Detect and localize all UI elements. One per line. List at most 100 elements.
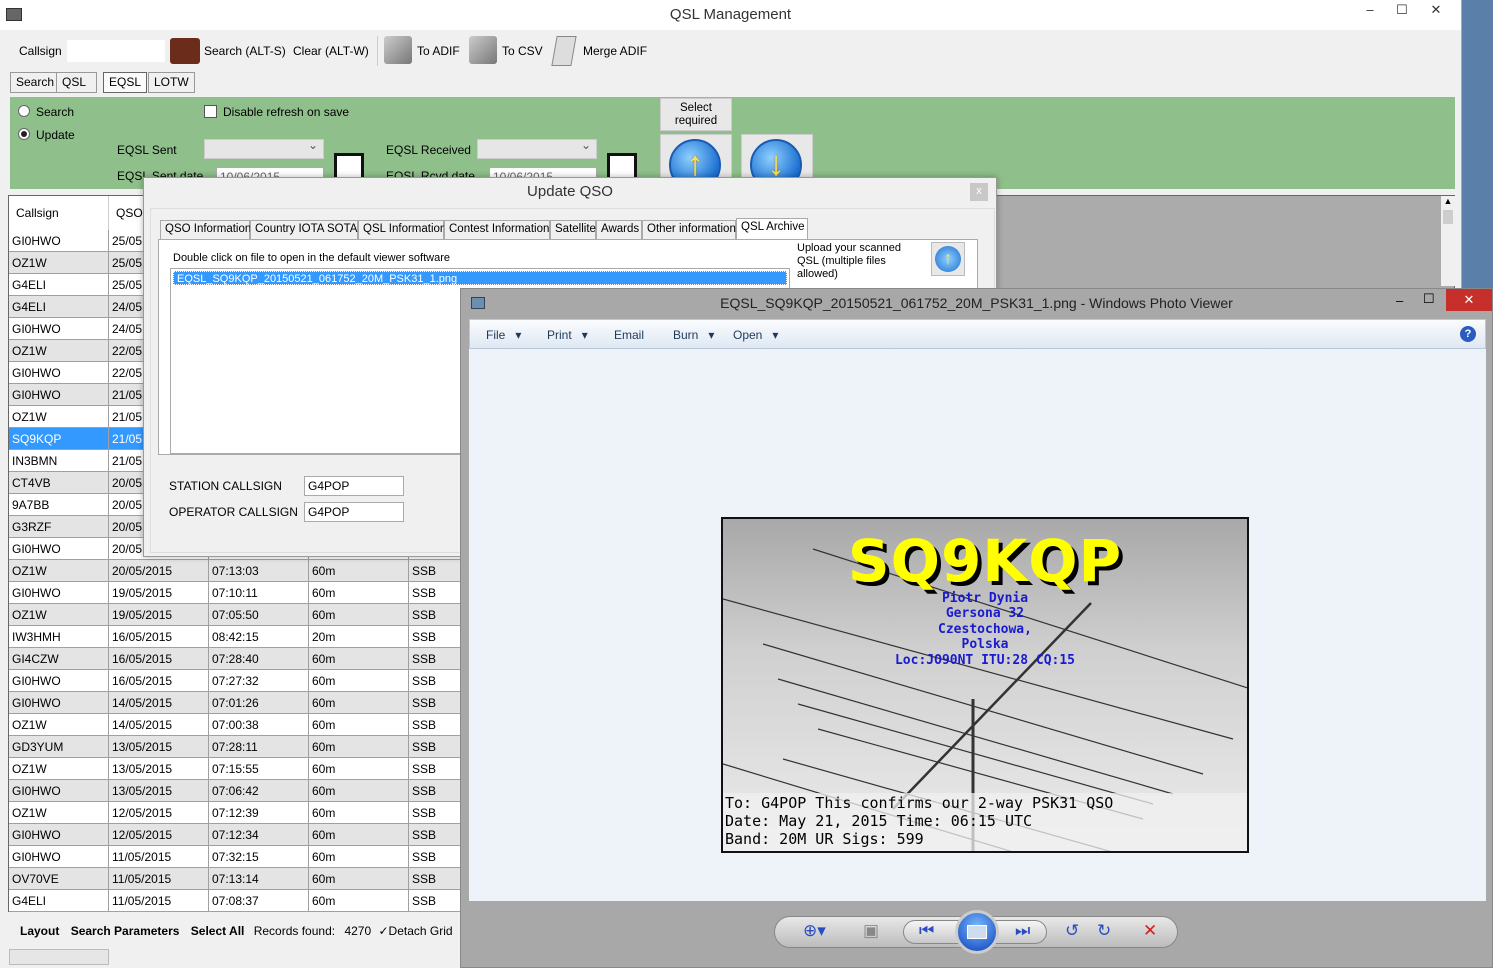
delete-icon[interactable]: ✕ [1143, 921, 1157, 941]
search-parameters-button[interactable]: Search Parameters [71, 924, 180, 938]
toolbar-divider [377, 36, 378, 66]
select-required-button[interactable]: Select required [660, 98, 732, 131]
column-header-qso[interactable]: QSO [109, 196, 144, 230]
dialog-tab-satellite[interactable]: Satellite [550, 220, 596, 240]
table-row[interactable]: GI0HWO 14/05/2015 07:01:26 60m SSB [9, 692, 461, 714]
menu-file[interactable]: File ▾ [486, 328, 521, 342]
detach-grid-button[interactable]: Detach Grid [389, 924, 453, 938]
tab-qsl[interactable]: QSL [56, 72, 97, 93]
table-row[interactable]: GI0HWO 12/05/2015 07:12:34 60m SSB [9, 824, 461, 846]
table-row[interactable]: OZ1W 14/05/2015 07:00:38 60m SSB [9, 714, 461, 736]
cell-time: 07:28:11 [209, 736, 309, 758]
cell-date: 11/05/2015 [109, 890, 209, 912]
rotate-clockwise-icon[interactable]: ↻ [1097, 921, 1111, 941]
viewer-maximize-button[interactable]: ☐ [1423, 291, 1435, 307]
eqsl-received-select[interactable] [477, 138, 597, 159]
disable-refresh-label: Disable refresh on save [223, 105, 350, 119]
export-adif-icon [384, 36, 412, 64]
cell-date: 11/05/2015 [109, 868, 209, 890]
rotate-counterclockwise-icon[interactable]: ↺ [1065, 921, 1079, 941]
station-callsign-input[interactable]: G4POP [304, 476, 404, 496]
next-icon[interactable]: ⏭ [1015, 921, 1030, 941]
cell-mode: SSB [409, 736, 461, 758]
app-icon [6, 8, 22, 21]
to-csv-button[interactable]: To CSV [502, 44, 543, 58]
tab-lotw[interactable]: LOTW [148, 72, 195, 93]
menu-print[interactable]: Print ▾ [547, 328, 588, 342]
table-row[interactable]: GD3YUM 13/05/2015 07:28:11 60m SSB [9, 736, 461, 758]
dialog-tab-other-information[interactable]: Other information [642, 220, 736, 240]
tab-search[interactable]: Search [10, 72, 61, 93]
card-name: Piotr Dynia [941, 591, 1029, 606]
grid-scrollbar[interactable]: ▲ [1441, 196, 1455, 286]
search-button[interactable]: Search (ALT-S) [204, 44, 286, 58]
slideshow-button[interactable] [955, 910, 999, 954]
dialog-tab-contest-information[interactable]: Contest Information [444, 220, 550, 240]
table-row[interactable]: OV70VE 11/05/2015 07:13:14 60m SSB [9, 868, 461, 890]
table-row[interactable]: GI0HWO 11/05/2015 07:32:15 60m SSB [9, 846, 461, 868]
close-button[interactable]: ✕ [1412, 0, 1460, 22]
cell-time: 07:12:39 [209, 802, 309, 824]
operator-callsign-input[interactable]: G4POP [304, 502, 404, 522]
card-callsign: SQ9KQP [847, 527, 1123, 595]
search-radio[interactable] [18, 105, 30, 117]
records-found-label: Records found: [253, 924, 336, 938]
minimize-button[interactable]: – [1355, 0, 1385, 22]
cell-date: 16/05/2015 [109, 648, 209, 670]
table-row[interactable]: GI0HWO 16/05/2015 07:27:32 60m SSB [9, 670, 461, 692]
select-all-button[interactable]: Select All [191, 924, 245, 938]
table-row[interactable]: GI0HWO 19/05/2015 07:10:11 60m SSB [9, 582, 461, 604]
table-row[interactable]: OZ1W 12/05/2015 07:12:39 60m SSB [9, 802, 461, 824]
to-adif-button[interactable]: To ADIF [417, 44, 460, 58]
cell-callsign: 9A7BB [9, 494, 109, 516]
tab-eqsl[interactable]: EQSL [103, 72, 148, 93]
menu-email[interactable]: Email [614, 328, 644, 342]
dialog-tab-country-iota-sota[interactable]: Country IOTA SOTA [250, 220, 358, 240]
cell-mode: SSB [409, 802, 461, 824]
dialog-close-button[interactable]: x [970, 183, 988, 201]
cell-time: 07:12:34 [209, 824, 309, 846]
zoom-icon[interactable]: ⊕▾ [803, 921, 826, 941]
update-radio[interactable] [18, 128, 30, 140]
layout-button[interactable]: Layout [20, 924, 59, 938]
cell-callsign: OZ1W [9, 714, 109, 736]
table-row[interactable]: GI0HWO 13/05/2015 07:06:42 60m SSB [9, 780, 461, 802]
table-row[interactable]: GI4CZW 16/05/2015 07:28:40 60m SSB [9, 648, 461, 670]
cell-callsign: GI0HWO [9, 846, 109, 868]
column-header-callsign[interactable]: Callsign [9, 196, 109, 230]
cell-date: 14/05/2015 [109, 692, 209, 714]
table-row[interactable]: IW3HMH 16/05/2015 08:42:15 20m SSB [9, 626, 461, 648]
clear-button[interactable]: Clear (ALT-W) [293, 44, 369, 58]
viewer-close-button[interactable]: ✕ [1446, 289, 1492, 311]
help-icon[interactable]: ? [1460, 326, 1476, 342]
menu-burn[interactable]: Burn ▾ [673, 328, 714, 342]
cell-date: 12/05/2015 [109, 802, 209, 824]
viewer-minimize-button[interactable]: – [1396, 293, 1403, 308]
dialog-tab-qsl-information[interactable]: QSL Information [358, 220, 446, 240]
cell-date: 19/05/2015 [109, 582, 209, 604]
table-row[interactable]: OZ1W 13/05/2015 07:15:55 60m SSB [9, 758, 461, 780]
upload-scan-button[interactable]: ↑ [931, 242, 965, 276]
photo-viewer-window: EQSL_SQ9KQP_20150521_061752_20M_PSK31_1.… [460, 288, 1493, 968]
callsign-input[interactable] [67, 40, 165, 62]
dialog-tab-awards[interactable]: Awards [596, 220, 642, 240]
dialog-tab-qsl-archive[interactable]: QSL Archive [736, 218, 808, 240]
cell-time: 07:10:11 [209, 582, 309, 604]
table-row[interactable]: OZ1W 19/05/2015 07:05:50 60m SSB [9, 604, 461, 626]
eqsl-sent-select[interactable] [204, 138, 324, 159]
dialog-tab-qso-information[interactable]: QSO Information [160, 220, 251, 240]
merge-adif-button[interactable]: Merge ADIF [583, 44, 647, 58]
table-row[interactable]: G4ELI 11/05/2015 07:08:37 60m SSB [9, 890, 461, 912]
cell-band: 60m [309, 560, 409, 582]
menu-open[interactable]: Open ▾ [733, 328, 778, 342]
export-csv-icon [469, 36, 497, 64]
actual-size-icon[interactable]: ▣ [863, 921, 879, 941]
cell-mode: SSB [409, 758, 461, 780]
file-list-item[interactable]: EQSL_SQ9KQP_20150521_061752_20M_PSK31_1.… [173, 271, 787, 285]
cell-band: 60m [309, 890, 409, 912]
table-row[interactable]: OZ1W 20/05/2015 07:13:03 60m SSB [9, 560, 461, 582]
previous-icon[interactable]: ⏮ [919, 921, 934, 941]
disable-refresh-checkbox[interactable] [204, 105, 217, 118]
cell-band: 60m [309, 648, 409, 670]
cell-band: 60m [309, 780, 409, 802]
